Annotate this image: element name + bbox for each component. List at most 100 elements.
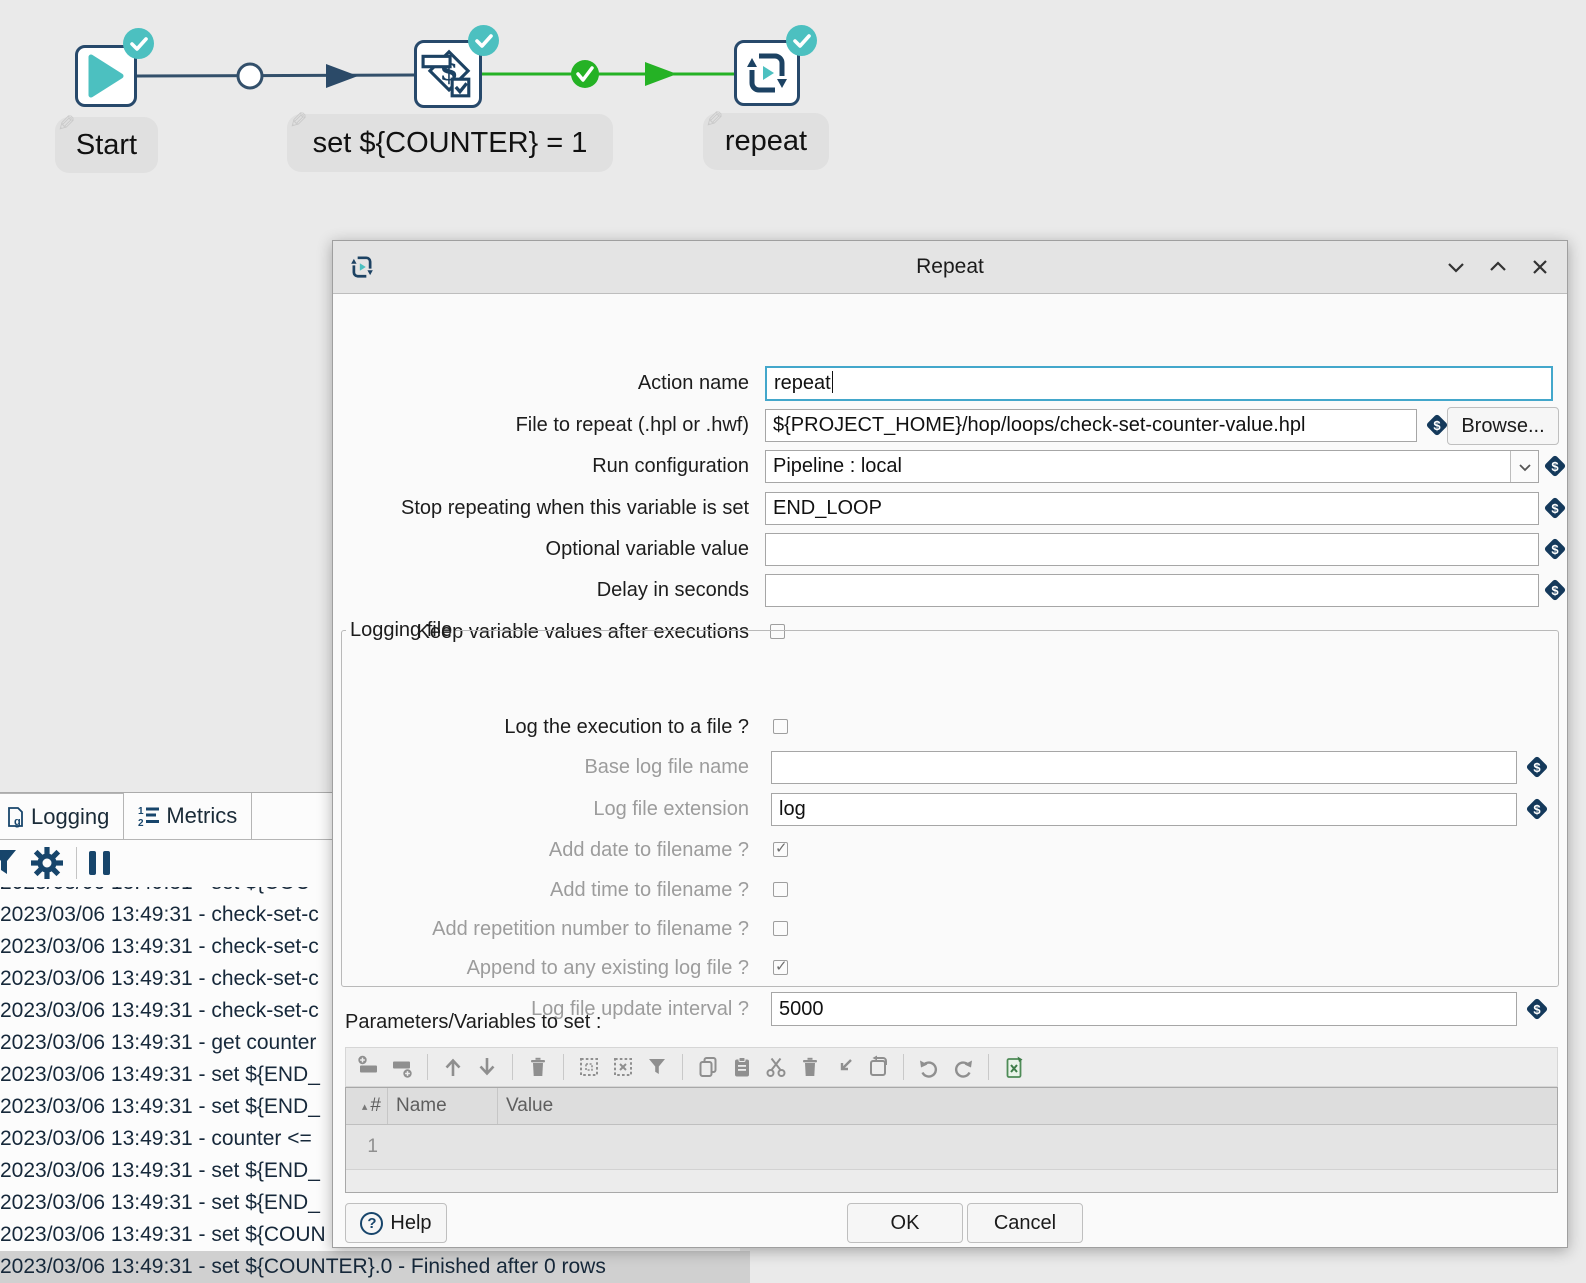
select-all-rows-icon[interactable] — [577, 1055, 601, 1079]
log-filter-icon[interactable] — [0, 848, 18, 878]
toolbar-separator — [563, 1054, 564, 1080]
column-header-name[interactable]: Name — [388, 1088, 498, 1124]
stop-variable-label: Stop repeating when this variable is set — [333, 492, 757, 525]
hop-workflow-window: { "canvas": { "nodes": [ {"id": "start",… — [0, 0, 1586, 1274]
move-row-down-icon[interactable] — [475, 1055, 499, 1079]
base-log-file-label: Base log file name — [333, 751, 757, 784]
minimize-chevron-down-button[interactable] — [1443, 254, 1469, 280]
column-header-value[interactable]: Value — [498, 1088, 1557, 1124]
node-set-counter-check-badge — [468, 25, 499, 56]
append-log-checkbox[interactable] — [773, 960, 788, 975]
filter-rows-icon[interactable] — [645, 1055, 669, 1079]
repeat-dialog-icon — [349, 254, 375, 280]
toolbar-separator — [682, 1054, 683, 1080]
variable-dollar-icon[interactable]: $ — [1425, 413, 1449, 437]
node-start-check-badge — [123, 28, 154, 59]
paste-rows-icon[interactable] — [730, 1055, 754, 1079]
dialog-titlebar[interactable]: Repeat — [333, 241, 1567, 294]
logging-file-group-title: Logging file — [346, 619, 456, 642]
node-repeat-label[interactable]: ✎ repeat — [703, 113, 829, 170]
export-excel-icon[interactable] — [1002, 1055, 1026, 1079]
success-arrow — [645, 62, 677, 86]
hop-midpoint-circle — [238, 64, 262, 88]
variable-dollar-icon[interactable]: $ — [1543, 578, 1567, 602]
browse-button[interactable]: Browse... — [1447, 407, 1559, 445]
toolbar-separator — [76, 847, 77, 879]
redo-icon[interactable] — [951, 1055, 975, 1079]
log-line-selected: 2023/03/06 13:49:31 - set ${COUNTER}.0 -… — [0, 1251, 750, 1283]
delete-selected-rows-icon[interactable] — [798, 1055, 822, 1079]
delay-input[interactable] — [765, 574, 1539, 607]
toolbar-separator — [988, 1054, 989, 1080]
edit-pencil-icon: ✎ — [705, 107, 723, 133]
dialog-title: Repeat — [333, 255, 1567, 279]
tab-logging[interactable]: g Logging — [0, 793, 124, 839]
set-variable-icon: $ — [421, 47, 475, 101]
parameters-table[interactable]: ▴ # Name Value 1 — [345, 1087, 1558, 1193]
variable-dollar-icon[interactable]: $ — [1543, 537, 1567, 561]
variable-dollar-icon[interactable]: $ — [1543, 454, 1567, 478]
insert-row-before-icon[interactable] — [356, 1055, 380, 1079]
delete-row-icon[interactable] — [526, 1055, 550, 1079]
append-log-label: Append to any existing log file ? — [333, 957, 757, 979]
action-name-input[interactable]: repeat — [765, 366, 1553, 401]
log-file-extension-label: Log file extension — [333, 793, 757, 826]
tab-metrics[interactable]: 1 2 Metrics — [124, 793, 252, 839]
run-configuration-combo[interactable]: Pipeline : local — [765, 450, 1539, 483]
variable-dollar-icon[interactable]: $ — [1525, 797, 1549, 821]
move-row-up-icon[interactable] — [441, 1055, 465, 1079]
maximize-chevron-up-button[interactable] — [1485, 254, 1511, 280]
metrics-icon: 1 2 — [138, 805, 160, 827]
base-log-file-input[interactable] — [771, 751, 1517, 784]
variable-dollar-icon[interactable]: $ — [1543, 496, 1567, 520]
hop-arrow — [326, 64, 358, 88]
add-time-checkbox[interactable] — [773, 882, 788, 897]
close-button[interactable] — [1527, 254, 1553, 280]
clear-selection-icon[interactable] — [611, 1055, 635, 1079]
stop-variable-input[interactable]: END_LOOP — [765, 492, 1539, 525]
log-update-interval-input[interactable]: 5000 — [771, 992, 1517, 1026]
parameters-label: Parameters/Variables to set : — [345, 1011, 601, 1034]
variable-dollar-icon[interactable]: $ — [1525, 755, 1549, 779]
add-date-checkbox[interactable] — [773, 842, 788, 857]
pause-logging-button[interactable] — [89, 851, 110, 875]
file-to-repeat-input[interactable]: ${PROJECT_HOME}/hop/loops/check-set-coun… — [765, 409, 1417, 442]
log-file-extension-input[interactable]: log — [771, 793, 1517, 826]
repeat-icon — [743, 49, 791, 97]
add-date-label: Add date to filename ? — [333, 839, 757, 861]
variable-dollar-icon[interactable]: $ — [1525, 997, 1549, 1021]
cancel-button[interactable]: Cancel — [967, 1203, 1083, 1243]
optional-variable-value-input[interactable] — [765, 533, 1539, 566]
column-header-num[interactable]: ▴ # — [346, 1088, 388, 1124]
ok-button[interactable]: OK — [847, 1203, 963, 1243]
log-to-file-label: Log the execution to a file ? — [333, 716, 757, 738]
keep-selected-rows-icon[interactable] — [832, 1055, 856, 1079]
action-name-label: Action name — [333, 366, 757, 401]
table-row[interactable]: 1 — [346, 1125, 1557, 1170]
insert-row-after-icon[interactable] — [390, 1055, 414, 1079]
copy-row-to-all-icon[interactable] — [866, 1055, 890, 1079]
undo-icon[interactable] — [917, 1055, 941, 1079]
node-start-label[interactable]: ✎ Start — [55, 117, 158, 173]
cut-rows-icon[interactable] — [764, 1055, 788, 1079]
node-repeat-check-badge — [786, 25, 817, 56]
edit-pencil-icon: ✎ — [289, 108, 307, 134]
help-question-icon: ? — [360, 1212, 383, 1235]
text-caret — [832, 371, 833, 393]
parameters-table-header[interactable]: ▴ # Name Value — [346, 1088, 1557, 1125]
copy-rows-icon[interactable] — [696, 1055, 720, 1079]
help-button[interactable]: ? Help — [345, 1203, 447, 1243]
svg-text:1: 1 — [138, 806, 144, 817]
parameters-toolbar — [345, 1047, 1558, 1087]
file-to-repeat-label: File to repeat (.hpl or .hwf) — [333, 409, 757, 442]
combo-chevron-down-icon[interactable] — [1510, 451, 1538, 482]
log-to-file-checkbox[interactable] — [773, 719, 788, 734]
toolbar-separator — [427, 1054, 428, 1080]
add-repetition-checkbox[interactable] — [773, 921, 788, 936]
node-set-counter-label[interactable]: ✎ set ${COUNTER} = 1 — [287, 114, 613, 172]
run-configuration-label: Run configuration — [333, 450, 757, 483]
sort-ascending-icon: ▴ — [362, 1100, 368, 1113]
log-settings-gear-icon[interactable] — [30, 846, 64, 880]
toolbar-separator — [903, 1054, 904, 1080]
play-icon — [88, 54, 124, 98]
